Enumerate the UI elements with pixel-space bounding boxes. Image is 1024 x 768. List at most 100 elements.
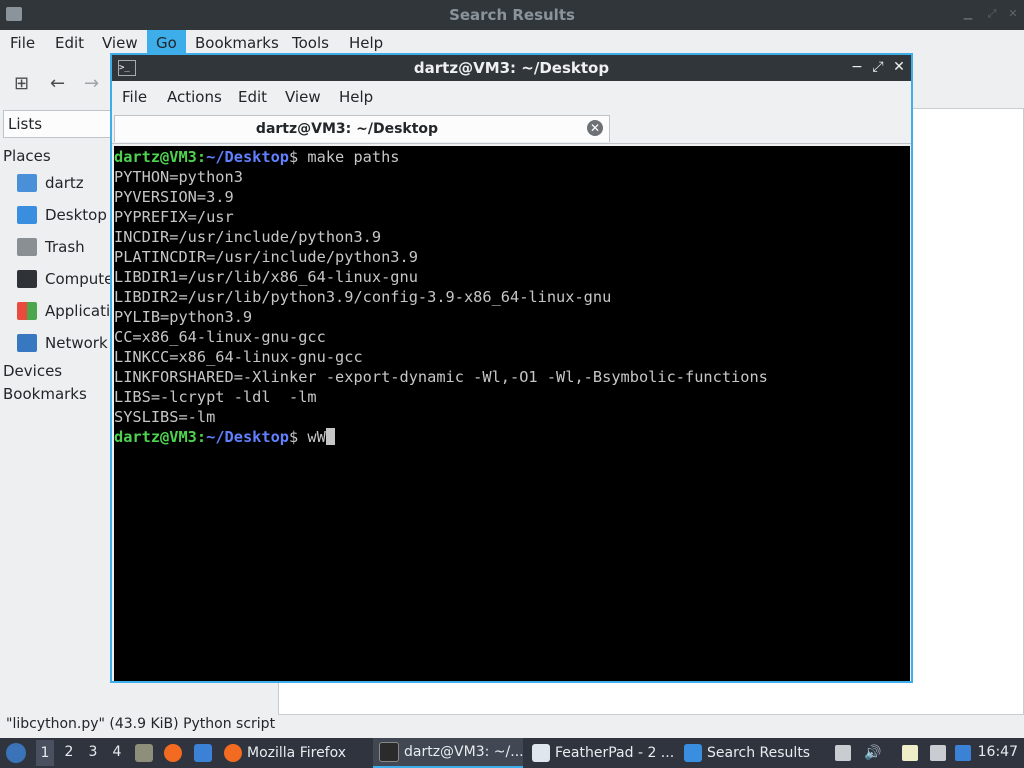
menu-edit[interactable]: Edit: [55, 34, 84, 52]
devices-heading[interactable]: Devices: [3, 362, 62, 380]
task-search-results[interactable]: Search Results: [684, 738, 814, 768]
workspace-3[interactable]: 3: [84, 744, 102, 760]
prompt-user: dartz@VM3: [114, 148, 197, 166]
firefox-launcher-icon[interactable]: [164, 744, 182, 762]
menu-bookmarks[interactable]: Bookmarks: [195, 34, 279, 52]
network-icon: [17, 334, 37, 352]
workspace-1[interactable]: 1: [36, 740, 54, 766]
menu-tools[interactable]: Tools: [292, 34, 329, 52]
menu-view[interactable]: View: [102, 34, 138, 52]
clock[interactable]: 16:47: [978, 744, 1018, 760]
menu-help[interactable]: Help: [349, 34, 383, 52]
task-label: Mozilla Firefox: [247, 745, 347, 761]
prompt-user: dartz@VM3: [114, 428, 197, 446]
output-line: PYTHON=python3: [114, 168, 243, 186]
sidebar-item-computer[interactable]: Computer: [17, 268, 120, 290]
text-cursor: [325, 428, 335, 445]
new-tab-icon[interactable]: ⊞: [14, 73, 29, 94]
terminal-output[interactable]: dartz@VM3:~/Desktop$ make paths PYTHON=p…: [114, 146, 910, 681]
prompt-separator: :: [196, 148, 207, 166]
task-featherpad[interactable]: FeatherPad - 2 ...: [532, 738, 674, 768]
file-manager-launcher-icon[interactable]: [135, 744, 153, 762]
sidebar-item-label: Network: [45, 334, 108, 352]
forward-icon[interactable]: →: [84, 73, 99, 94]
maximize-icon[interactable]: ⤢: [986, 8, 998, 20]
start-menu-icon[interactable]: [6, 743, 26, 763]
task-terminal[interactable]: dartz@VM3: ~/...: [373, 738, 523, 768]
prompt-separator: :: [196, 428, 207, 446]
menu-actions[interactable]: Actions: [167, 88, 222, 106]
sidebar-item-desktop[interactable]: Desktop: [17, 204, 107, 226]
output-line: LIBS=-lcrypt -ldl -lm: [114, 388, 317, 406]
tab-label: dartz@VM3: ~/Desktop: [255, 121, 439, 137]
clipboard-icon[interactable]: [902, 745, 918, 761]
close-icon[interactable]: ✕: [1007, 8, 1019, 20]
volume-icon[interactable]: 🔊: [864, 745, 881, 761]
output-line: SYSLIBS=-lm: [114, 408, 216, 426]
trash-icon: [17, 238, 37, 256]
workspace-4[interactable]: 4: [108, 744, 126, 760]
update-notifier-icon[interactable]: [955, 745, 971, 761]
output-line: CC=x86_64-linux-gnu-gcc: [114, 328, 326, 346]
terminal-tab-bar: dartz@VM3: ~/Desktop ✕: [112, 113, 911, 144]
prompt-line: dartz@VM3:~/Desktop$ wW: [114, 427, 910, 447]
sidebar-item-trash[interactable]: Trash: [17, 236, 85, 258]
menu-help[interactable]: Help: [339, 88, 373, 106]
output-line: PYPREFIX=/usr: [114, 208, 234, 226]
applications-icon: [17, 302, 37, 320]
output-line: PYLIB=python3.9: [114, 308, 253, 326]
terminal-menubar: File Actions Edit View Help: [112, 81, 911, 111]
taskbar: 1 2 3 4 Mozilla Firefox dartz@VM3: ~/...…: [0, 738, 1024, 768]
prompt-end: $: [289, 148, 308, 166]
show-desktop-icon[interactable]: [194, 744, 212, 762]
minimize-icon[interactable]: −: [850, 59, 864, 75]
task-label: dartz@VM3: ~/...: [404, 744, 523, 760]
current-input[interactable]: wW: [307, 428, 325, 446]
file-manager-title: Search Results: [449, 6, 575, 24]
file-manager-titlebar: Search Results ▁ ⤢ ✕: [0, 0, 1024, 30]
terminal-icon: [379, 742, 399, 762]
maximize-icon[interactable]: ⤢: [871, 59, 885, 75]
bookmarks-heading[interactable]: Bookmarks: [3, 385, 87, 403]
sidebar-item-label: Computer: [45, 270, 120, 288]
computer-icon: [17, 270, 37, 288]
task-firefox[interactable]: Mozilla Firefox: [224, 738, 364, 768]
minimize-icon[interactable]: ▁: [962, 8, 974, 20]
terminal-titlebar[interactable]: >_ dartz@VM3: ~/Desktop − ⤢ ✕: [112, 55, 911, 81]
output-line: LIBDIR1=/usr/lib/x86_64-linux-gnu: [114, 268, 418, 286]
home-folder-icon: [17, 174, 37, 192]
prompt-path: ~/Desktop: [206, 428, 289, 446]
prompt-path: ~/Desktop: [206, 148, 289, 166]
featherpad-icon: [532, 744, 550, 762]
menu-edit[interactable]: Edit: [238, 88, 267, 106]
folder-icon: [684, 744, 702, 762]
close-icon[interactable]: ✕: [892, 59, 906, 75]
status-bar-text: "libcython.py" (43.9 KiB) Python script: [6, 716, 276, 732]
menu-file[interactable]: File: [122, 88, 147, 106]
output-line: PYVERSION=3.9: [114, 188, 234, 206]
task-label: Search Results: [707, 745, 811, 761]
back-icon[interactable]: ←: [50, 73, 65, 94]
prompt-end: $: [289, 428, 308, 446]
firefox-icon: [224, 744, 242, 762]
workspace-2[interactable]: 2: [60, 744, 78, 760]
output-line: PLATINCDIR=/usr/include/python3.9: [114, 248, 418, 266]
task-label: FeatherPad - 2 ...: [555, 745, 674, 761]
sidebar-item-label: dartz: [45, 174, 84, 192]
menu-file[interactable]: File: [10, 34, 35, 52]
prompt-line: dartz@VM3:~/Desktop$ make paths: [114, 147, 910, 167]
terminal-title: dartz@VM3: ~/Desktop: [413, 59, 610, 77]
network-tray-icon[interactable]: [930, 745, 946, 761]
output-line: LINKFORSHARED=-Xlinker -export-dynamic -…: [114, 368, 768, 386]
close-tab-icon[interactable]: ✕: [587, 120, 603, 136]
command-text: make paths: [307, 148, 400, 166]
terminal-tab[interactable]: dartz@VM3: ~/Desktop ✕: [114, 115, 610, 142]
app-menu-tray-icon[interactable]: [835, 745, 851, 761]
terminal-window: >_ dartz@VM3: ~/Desktop − ⤢ ✕ File Actio…: [110, 53, 913, 683]
output-line: LINKCC=x86_64-linux-gnu-gcc: [114, 348, 363, 366]
sidebar-item-label: Trash: [45, 238, 85, 256]
desktop-icon: [17, 206, 37, 224]
sidebar-item-network[interactable]: Network: [17, 332, 108, 354]
sidebar-item-dartz[interactable]: dartz: [17, 172, 84, 194]
menu-view[interactable]: View: [285, 88, 321, 106]
